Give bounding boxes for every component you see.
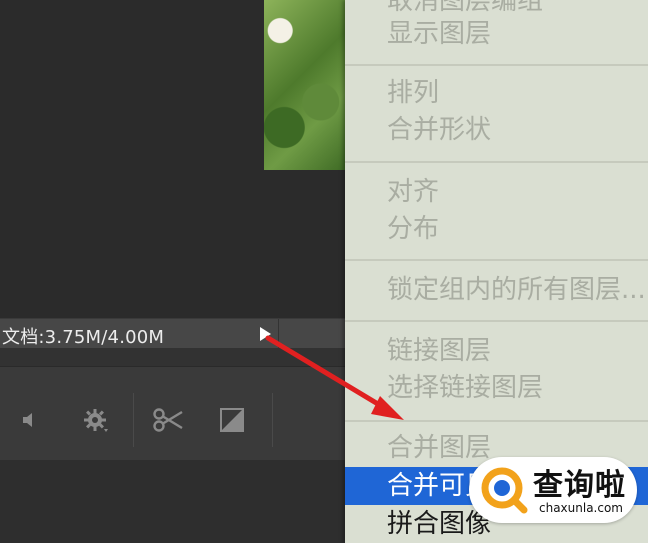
watermark-url: chaxunla.com [539,501,623,515]
panel-tab-strip [0,348,345,366]
triangle-right-icon [260,327,271,341]
transition-button[interactable] [215,403,249,437]
watermark-badge: 查询啦 chaxunla.com [469,457,637,523]
toolbar-divider [272,393,273,447]
menu-item-arrange[interactable]: 排列 [345,74,648,112]
timeline-toolbar [0,366,345,462]
menu-separator [345,320,648,322]
status-divider [278,319,279,349]
speaker-icon [23,413,32,427]
watermark-title: 查询啦 [533,468,626,503]
menu-separator [345,259,648,261]
menu-item-lock-all-layers-in-group[interactable]: 锁定组内的所有图层... [345,271,648,309]
menu-item-select-linked-layers[interactable]: 选择链接图层 [345,369,648,407]
status-bar: 文档:3.75M/4.00M [0,318,345,349]
menu-item-link-layers[interactable]: 链接图层 [345,332,648,370]
status-menu-button[interactable] [255,324,277,344]
audio-button[interactable] [12,403,46,437]
canvas-image [264,0,345,170]
menu-item-distribute[interactable]: 分布 [345,210,648,248]
menu-item-combine-shapes[interactable]: 合并形状 [345,111,648,149]
transition-icon [220,408,244,432]
document-canvas[interactable] [0,0,345,318]
toolbar-divider [133,393,134,447]
menu-separator [345,64,648,66]
timeline-track-area [0,460,345,543]
document-size-info: 文档:3.75M/4.00M [2,327,165,348]
search-logo-icon [481,467,528,514]
menu-item-show-layers[interactable]: 显示图层 [345,15,648,53]
menu-separator [345,420,648,422]
gear-icon [84,409,108,432]
menu-separator [345,161,648,163]
settings-button[interactable] [78,403,112,437]
split-clip-button[interactable] [151,403,185,437]
menu-item-align[interactable]: 对齐 [345,173,648,211]
scissors-icon [153,408,183,432]
